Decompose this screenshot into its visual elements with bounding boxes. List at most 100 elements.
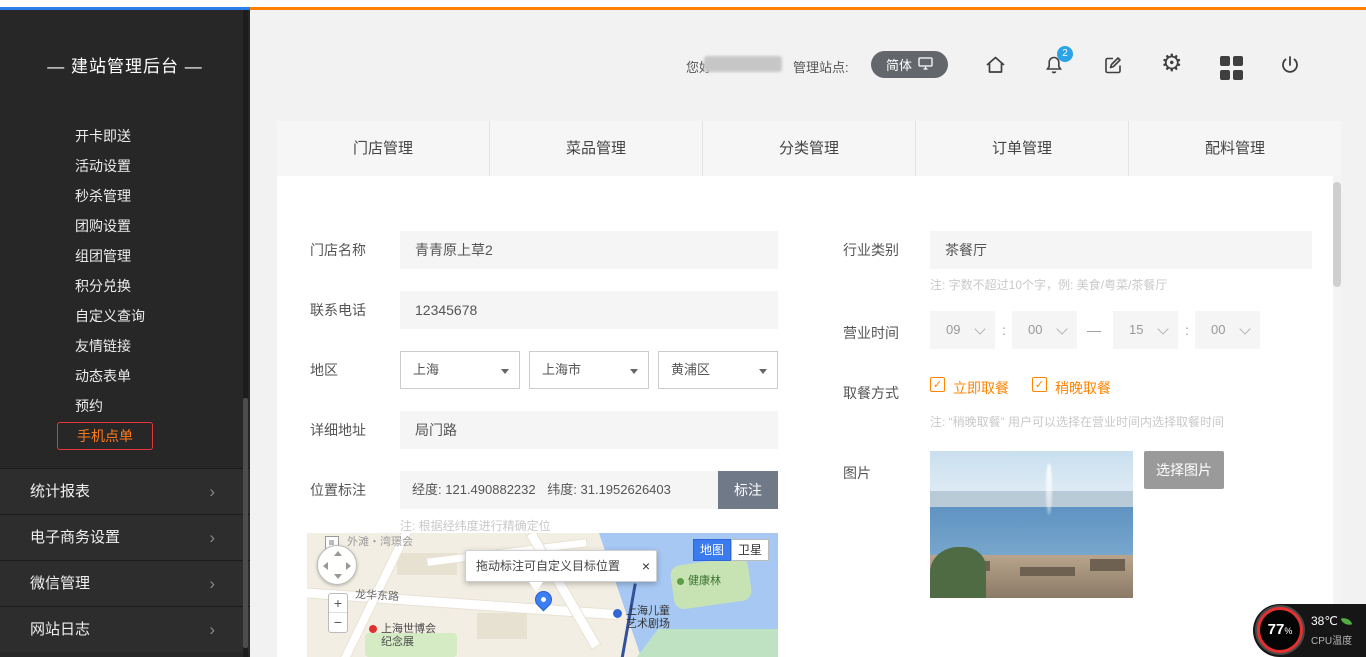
city-select[interactable]: 上海市 [529, 351, 649, 389]
map[interactable]: 外滩・湾璟会 龙华东路 上海世博会纪念展 上海儿童艺术剧场 健康林 + − [307, 533, 778, 657]
content-panel: 门店名称 联系电话 地区 上海 上海市 黄浦区 详细地址 位置标注 经度: [277, 176, 1341, 657]
pickup-note: 注: “稍晚取餐” 用户可以选择在营业时间内选择取餐时间 [930, 413, 1224, 430]
map-type-satellite-button[interactable]: 卫星 [731, 539, 769, 561]
zoom-out-button[interactable]: − [329, 613, 347, 632]
phone-input[interactable] [400, 291, 778, 329]
checkbox-later-pickup[interactable]: ✓ [1032, 377, 1047, 392]
tab-store-management[interactable]: 门店管理 [277, 121, 489, 176]
poi-blue-icon [613, 609, 622, 618]
sidebar-item-groupbuy[interactable]: 团购设置 [75, 215, 131, 237]
chevron-right-icon: › [209, 561, 215, 607]
sidebar-scrollbar-thumb[interactable] [243, 398, 248, 648]
monitor-icon [918, 57, 933, 73]
cpu-percent: 77 [1268, 621, 1285, 638]
sidebar-item-custom-query[interactable]: 自定义查询 [75, 305, 145, 327]
immediate-pickup-label[interactable]: 立即取餐 [953, 378, 1009, 398]
sidebar-section-wechat[interactable]: 微信管理 › [0, 560, 250, 606]
sidebar-item-activity[interactable]: 活动设置 [75, 155, 131, 177]
gear-icon[interactable]: ⚙ [1161, 52, 1185, 76]
sidebar-item-points[interactable]: 积分兑换 [75, 275, 131, 297]
store-name-input[interactable] [400, 231, 778, 269]
home-icon[interactable] [984, 54, 1008, 78]
district-select[interactable]: 黄浦区 [658, 351, 778, 389]
sidebar-item-seckill[interactable]: 秒杀管理 [75, 185, 131, 207]
sidebar-item-card-gift[interactable]: 开卡即送 [75, 125, 131, 147]
map-pan-control[interactable] [317, 545, 357, 585]
tab-dish-management[interactable]: 菜品管理 [489, 121, 702, 176]
chevron-down-icon [974, 323, 985, 334]
pan-down-icon [334, 574, 342, 579]
chevron-right-icon: › [209, 469, 215, 515]
open-minute-select[interactable]: 00 [1012, 311, 1077, 349]
coordinates-field[interactable]: 经度: 121.490882232 纬度: 31.1952626403 [400, 471, 718, 509]
tab-ingredient-management[interactable]: 配料管理 [1128, 121, 1341, 176]
province-select[interactable]: 上海 [400, 351, 520, 389]
map-label-park: 健康林 [688, 575, 721, 588]
sidebar-section-statistics[interactable]: 统计报表 › [0, 468, 250, 514]
pan-right-icon [346, 562, 351, 570]
open-hour-select[interactable]: 09 [930, 311, 995, 349]
industry-note: 注: 字数不超过10个字，例: 美食/粤菜/茶餐厅 [930, 276, 1167, 293]
map-building-block [477, 613, 527, 639]
map-label-theater: 上海儿童艺术剧场 [626, 605, 672, 631]
district-value: 黄浦区 [671, 362, 710, 377]
address-input[interactable] [400, 411, 778, 449]
caret-down-icon [501, 369, 509, 374]
map-zoom-control: + − [328, 593, 348, 633]
choose-image-button[interactable]: 选择图片 [1144, 451, 1224, 489]
main-area: 您好 管理站点: 简体 2 ⚙ 门店管理 菜品管理 分类 [250, 10, 1366, 657]
later-pickup-label[interactable]: 稍晚取餐 [1055, 378, 1111, 398]
sidebar-title: — 建站管理后台 — [0, 52, 250, 77]
phone-label: 联系电话 [310, 300, 366, 320]
sidebar-item-booking[interactable]: 预约 [75, 395, 103, 417]
map-label-bund: 外滩・湾璟会 [347, 536, 413, 549]
sidebar-item-team[interactable]: 组团管理 [75, 245, 131, 267]
province-value: 上海 [413, 362, 439, 377]
screen: — 建站管理后台 — 开卡即送 活动设置 秒杀管理 团购设置 组团管理 积分兑换… [0, 0, 1366, 657]
sidebar-section-ecommerce[interactable]: 电子商务设置 › [0, 514, 250, 560]
longitude-value: 121.490882232 [445, 482, 535, 497]
close-icon[interactable]: × [642, 552, 650, 580]
section-label: 电子商务设置 [30, 515, 120, 561]
time-colon: : [1185, 322, 1189, 338]
tab-order-management[interactable]: 订单管理 [915, 121, 1128, 176]
industry-label: 行业类别 [843, 240, 899, 260]
map-label-road: 龙华东路 [355, 589, 400, 604]
sidebar-item-mobile-order-active[interactable]: 手机点单 [57, 422, 153, 450]
section-label: 统计报表 [30, 469, 90, 515]
longitude-label: 经度: [412, 482, 442, 497]
sidebar-item-links[interactable]: 友情链接 [75, 335, 131, 357]
mark-location-button[interactable]: 标注 [718, 471, 778, 509]
chevron-down-icon [1239, 323, 1250, 334]
checkbox-immediate-pickup[interactable]: ✓ [930, 377, 945, 392]
cpu-usage-gauge[interactable]: 77% [1257, 607, 1303, 653]
cpu-temp-value: 38℃ [1311, 614, 1338, 628]
edit-icon[interactable] [1102, 54, 1126, 78]
image-label: 图片 [843, 463, 871, 483]
time-dash: — [1087, 322, 1101, 338]
notification-badge: 2 [1057, 46, 1073, 62]
map-type-map-button[interactable]: 地图 [693, 539, 731, 561]
photo-fountain [1046, 463, 1052, 515]
panel-scrollbar-thumb[interactable] [1333, 182, 1341, 287]
sidebar-item-dynamic-form[interactable]: 动态表单 [75, 365, 131, 387]
industry-input[interactable] [930, 231, 1312, 269]
cpu-widget[interactable]: 77% 38℃ CPU温度 [1253, 604, 1366, 657]
close-minute-select[interactable]: 00 [1195, 311, 1260, 349]
close-hour-select[interactable]: 15 [1113, 311, 1178, 349]
sidebar-section-site-log[interactable]: 网站日志 › [0, 606, 250, 652]
poi-red-icon [369, 625, 377, 633]
cpu-temp-row: 38℃ [1311, 614, 1351, 628]
apps-grid-icon[interactable] [1220, 56, 1244, 80]
zoom-in-button[interactable]: + [329, 594, 347, 613]
chevron-right-icon: › [209, 607, 215, 653]
blurred-username [704, 56, 782, 72]
hours-label: 营业时间 [843, 323, 899, 343]
tab-category-management[interactable]: 分类管理 [702, 121, 915, 176]
power-icon[interactable] [1279, 54, 1303, 78]
section-label: 网站日志 [30, 607, 90, 653]
caret-down-icon [630, 369, 638, 374]
caret-down-icon [759, 369, 767, 374]
language-button-label: 简体 [886, 55, 912, 74]
language-button[interactable]: 简体 [871, 51, 948, 78]
